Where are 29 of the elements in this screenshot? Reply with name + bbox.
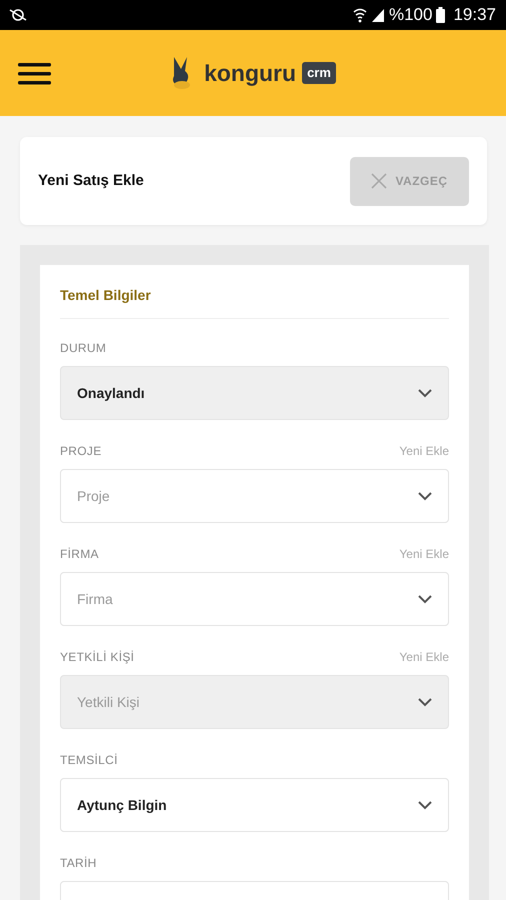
chevron-down-icon (418, 800, 432, 810)
chevron-down-icon (418, 492, 432, 500)
add-new-link[interactable]: Yeni Ekle (399, 545, 449, 563)
section-title: Temel Bilgiler (60, 285, 449, 319)
page-title: Yeni Satış Ekle (38, 170, 144, 191)
chevron-down-icon (418, 594, 432, 604)
logo-text: konguru (204, 58, 296, 88)
field-label: FİRMA (60, 546, 99, 563)
cancel-button[interactable]: VAZGEÇ (350, 156, 469, 206)
chevron-down-icon (418, 388, 432, 398)
chevron-down-icon (418, 698, 432, 706)
wifi-icon (352, 7, 367, 23)
menu-icon[interactable] (18, 63, 51, 85)
select-field[interactable]: Aytunç Bilgin (60, 778, 449, 832)
close-icon (371, 173, 388, 189)
battery-level: %100 (388, 4, 432, 26)
signal-icon (370, 7, 385, 23)
add-new-link[interactable]: Yeni Ekle (399, 442, 449, 460)
clock: 19:37 (453, 4, 496, 26)
field-label: DURUM (60, 340, 106, 357)
field-label: TEMSİLCİ (60, 752, 118, 769)
logo-badge: crm (302, 62, 336, 84)
notification-icon (8, 7, 28, 23)
field-label: YETKİLİ KİŞİ (60, 649, 134, 666)
select-field[interactable]: Firma (60, 572, 449, 626)
field-label: PROJE (60, 443, 102, 460)
select-field[interactable]: Proje (60, 469, 449, 523)
field-label: TARİH (60, 855, 97, 872)
battery-icon (436, 7, 446, 23)
